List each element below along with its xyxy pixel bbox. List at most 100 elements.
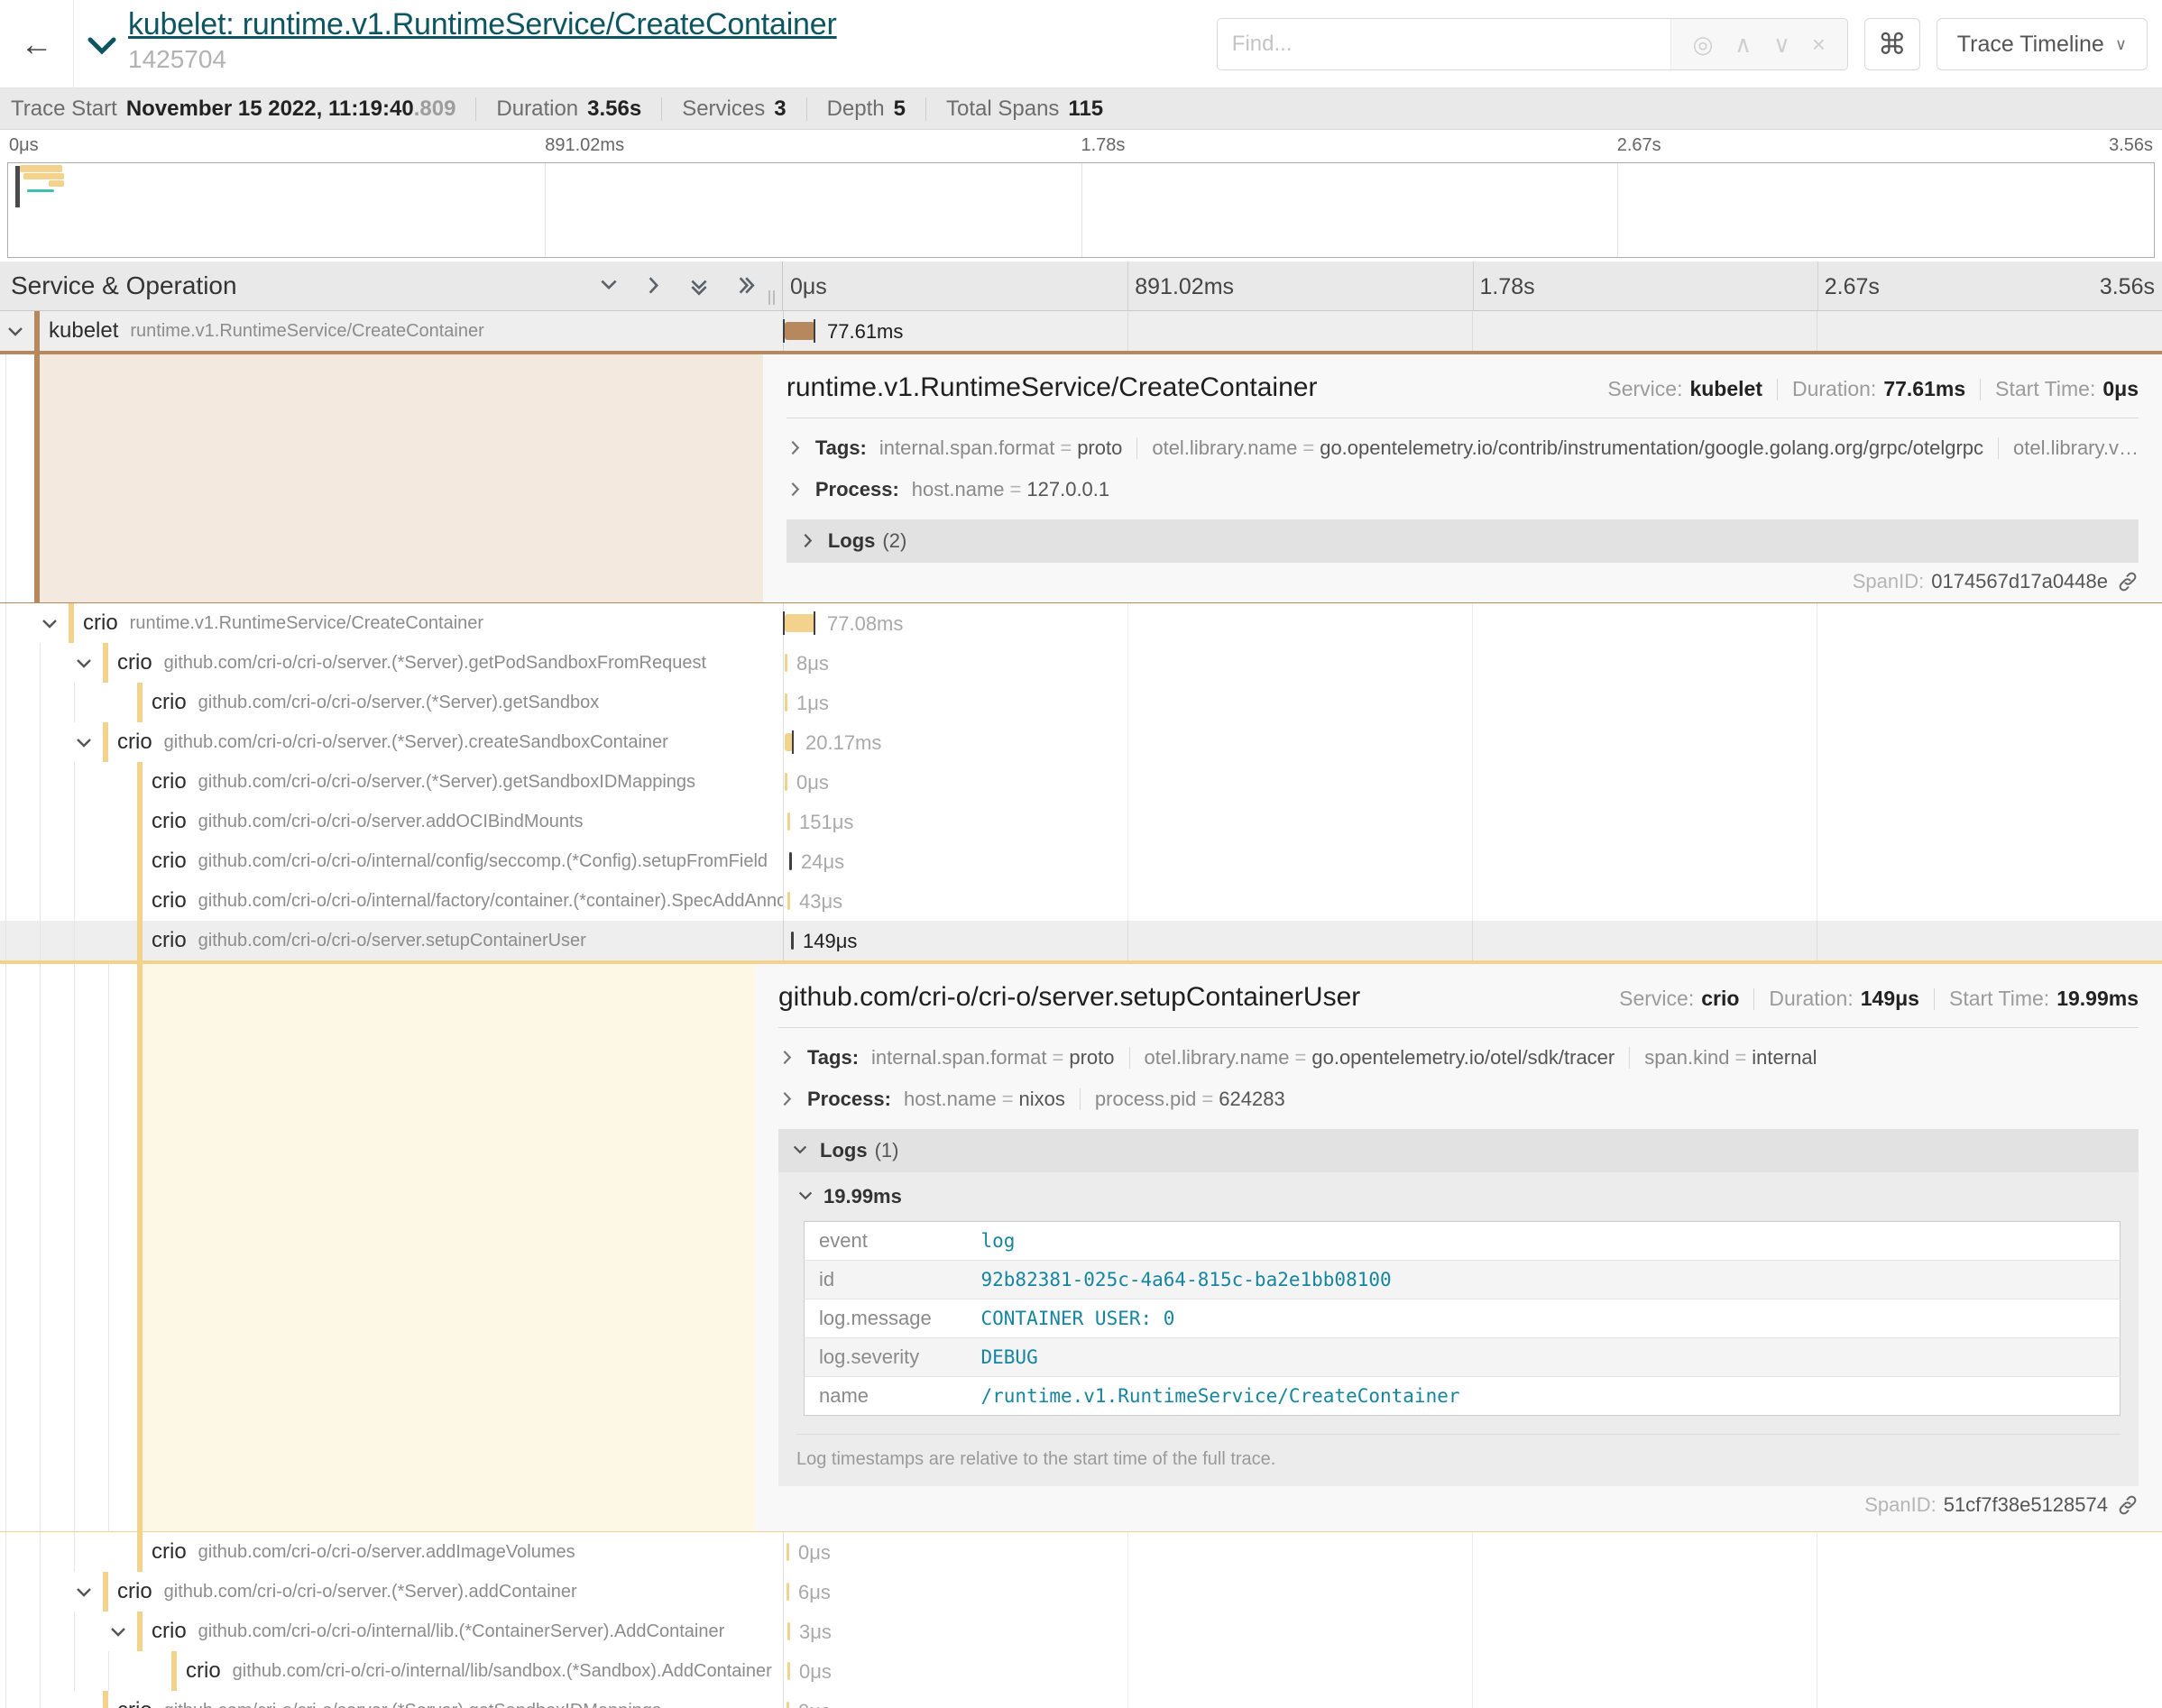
meta-label: Start Time: xyxy=(1949,987,2049,1011)
span-row[interactable]: criogithub.com/cri-o/cri-o/server.setupC… xyxy=(0,921,2162,960)
trace-title-link[interactable]: kubelet: runtime.v1.RuntimeService/Creat… xyxy=(128,7,837,42)
expand-collapse-chevron[interactable] xyxy=(40,615,60,635)
tag-key: host.name xyxy=(912,478,1005,500)
expand-collapse-chevron[interactable] xyxy=(74,655,94,675)
span-row[interactable]: criogithub.com/cri-o/cri-o/internal/lib.… xyxy=(0,1612,2162,1651)
meta-label: Service: xyxy=(1619,987,1694,1011)
span-row[interactable]: kubeletruntime.v1.RuntimeService/CreateC… xyxy=(0,311,2162,351)
tags-accordion[interactable]: Tags:internal.span.format=protootel.libr… xyxy=(778,1046,2139,1070)
log-field-value: /runtime.v1.RuntimeService/CreateContain… xyxy=(981,1377,2121,1416)
span-name-column: criogithub.com/cri-o/cri-o/server.(*Serv… xyxy=(0,1691,783,1708)
meta-value: 0μs xyxy=(2102,377,2139,401)
summary-value: November 15 2022, 11:19:40 xyxy=(126,96,414,122)
tag-key: internal.span.format xyxy=(879,436,1054,459)
equals-sign: = xyxy=(1290,1046,1312,1069)
tag-item[interactable]: otel.library.name=go.opentelemetry.io/co… xyxy=(1152,436,1983,460)
tree-guide xyxy=(40,921,41,960)
logs-accordion[interactable]: Logs(2) xyxy=(787,519,2139,563)
minimap-scrubber-handle[interactable] xyxy=(15,166,20,207)
tag-separator xyxy=(1629,1047,1630,1069)
tree-guide xyxy=(5,802,6,841)
expand-one-button[interactable] xyxy=(643,275,665,297)
tags-accordion[interactable]: Tags:internal.span.format=protootel.libr… xyxy=(787,436,2139,460)
chevron-right-icon xyxy=(778,1090,796,1108)
span-row[interactable]: criogithub.com/cri-o/cri-o/internal/fact… xyxy=(0,881,2162,921)
span-duration-bar xyxy=(787,1583,789,1601)
tag-item[interactable]: span.kind=internal xyxy=(1644,1046,1817,1070)
span-service-name: crio xyxy=(152,1539,187,1565)
span-row[interactable]: criogithub.com/cri-o/cri-o/server.(*Serv… xyxy=(0,722,2162,762)
span-timeline-cell: 0μs xyxy=(783,1532,2162,1572)
span-name-column: criogithub.com/cri-o/cri-o/server.(*Serv… xyxy=(0,643,783,683)
tree-guide xyxy=(40,1651,41,1691)
tag-item[interactable]: otel.library.name=go.opentelemetry.io/ot… xyxy=(1145,1046,1615,1070)
span-row[interactable]: criogithub.com/cri-o/cri-o/server.(*Serv… xyxy=(0,1572,2162,1612)
service-color-bar xyxy=(137,1532,143,1572)
trace-view-dropdown[interactable]: Trace Timeline ∨ xyxy=(1937,18,2148,70)
collapse-trace-header-button[interactable] xyxy=(87,36,117,60)
locate-icon[interactable]: ◎ xyxy=(1693,31,1714,59)
clear-search-icon[interactable]: × xyxy=(1812,31,1826,59)
span-operation-name: github.com/cri-o/cri-o/server.addOCIBind… xyxy=(198,812,584,832)
copy-link-icon[interactable] xyxy=(2117,571,2139,592)
span-row[interactable]: criogithub.com/cri-o/cri-o/server.(*Serv… xyxy=(0,643,2162,683)
prev-result-icon[interactable]: ∧ xyxy=(1734,31,1752,59)
span-detail-card: github.com/cri-o/cri-o/server.setupConta… xyxy=(755,964,2162,1531)
column-resizer[interactable] xyxy=(768,290,775,305)
span-row[interactable]: criogithub.com/cri-o/cri-o/server.addIma… xyxy=(0,1532,2162,1572)
expand-collapse-chevron[interactable] xyxy=(5,323,25,343)
tag-value: 127.0.0.1 xyxy=(1026,478,1109,500)
span-row[interactable]: criogithub.com/cri-o/cri-o/server.addOCI… xyxy=(0,802,2162,841)
collapse-one-button[interactable] xyxy=(598,275,620,297)
tag-item[interactable]: internal.span.format=proto xyxy=(871,1046,1114,1070)
span-operation-name: github.com/cri-o/cri-o/server.(*Server).… xyxy=(164,732,668,753)
log-entry-timestamp: 19.99ms xyxy=(823,1185,902,1208)
log-entry-header[interactable]: 19.99ms xyxy=(796,1185,2121,1208)
keyboard-shortcuts-button[interactable]: ⌘ xyxy=(1864,18,1920,70)
span-row[interactable]: criogithub.com/cri-o/cri-o/internal/conf… xyxy=(0,841,2162,881)
span-name-column: criogithub.com/cri-o/cri-o/server.(*Serv… xyxy=(0,683,783,722)
span-name-column: criogithub.com/cri-o/cri-o/server.addIma… xyxy=(0,1532,783,1572)
span-row[interactable]: criogithub.com/cri-o/cri-o/server.(*Serv… xyxy=(0,1691,2162,1708)
span-name-column: criogithub.com/cri-o/cri-o/server.addOCI… xyxy=(0,802,783,841)
back-button[interactable]: ← xyxy=(0,0,74,88)
tag-separator xyxy=(1080,1088,1081,1110)
logs-count: (2) xyxy=(882,529,906,553)
span-duration-bar xyxy=(785,773,787,791)
tag-item[interactable]: host.name=nixos xyxy=(904,1088,1065,1111)
logs-accordion[interactable]: Logs(1) xyxy=(778,1129,2139,1172)
span-row[interactable]: criogithub.com/cri-o/cri-o/server.(*Serv… xyxy=(0,683,2162,722)
expand-collapse-chevron[interactable] xyxy=(74,734,94,754)
tag-value: proto xyxy=(1069,1046,1114,1069)
tag-item[interactable]: host.name=127.0.0.1 xyxy=(912,478,1109,501)
expand-collapse-chevron[interactable] xyxy=(108,1623,128,1643)
process-accordion[interactable]: Process:host.name=127.0.0.1 xyxy=(787,478,2139,501)
next-result-icon[interactable]: ∨ xyxy=(1773,31,1790,59)
log-fields-table: eventlogid92b82381-025c-4a64-815c-ba2e1b… xyxy=(804,1221,2121,1416)
service-color-bar xyxy=(103,1691,108,1708)
tag-item[interactable]: process.pid=624283 xyxy=(1095,1088,1285,1111)
minimap-canvas[interactable] xyxy=(7,162,2155,258)
collapse-all-button[interactable] xyxy=(688,275,710,297)
span-row[interactable]: crioruntime.v1.RuntimeService/CreateCont… xyxy=(0,603,2162,643)
trace-summary-bar: Trace StartNovember 15 2022, 11:19:40.80… xyxy=(0,88,2162,130)
meta-separator xyxy=(1753,988,1754,1010)
tree-guide xyxy=(40,1572,41,1612)
find-input[interactable] xyxy=(1218,19,1670,69)
summary-separator xyxy=(806,97,807,121)
span-row[interactable]: criogithub.com/cri-o/cri-o/server.(*Serv… xyxy=(0,762,2162,802)
span-timeline-cell: 1μs xyxy=(783,683,2162,722)
span-service-name: kubelet xyxy=(49,318,118,344)
process-accordion[interactable]: Process:host.name=nixosprocess.pid=62428… xyxy=(778,1088,2139,1111)
copy-link-icon[interactable] xyxy=(2117,1494,2139,1516)
tag-item[interactable]: internal.span.format=proto xyxy=(879,436,1122,460)
expand-all-button[interactable] xyxy=(733,275,755,297)
span-row[interactable]: criogithub.com/cri-o/cri-o/internal/lib/… xyxy=(0,1651,2162,1691)
span-duration-bar xyxy=(789,852,792,870)
chevron-down-icon xyxy=(74,734,94,754)
service-operation-title: Service & Operation xyxy=(11,271,237,300)
tag-item[interactable]: otel.library.v… xyxy=(2013,436,2139,460)
expand-collapse-chevron[interactable] xyxy=(74,1584,94,1603)
log-field-value: DEBUG xyxy=(981,1338,2121,1377)
span-duration-bar xyxy=(785,654,787,672)
